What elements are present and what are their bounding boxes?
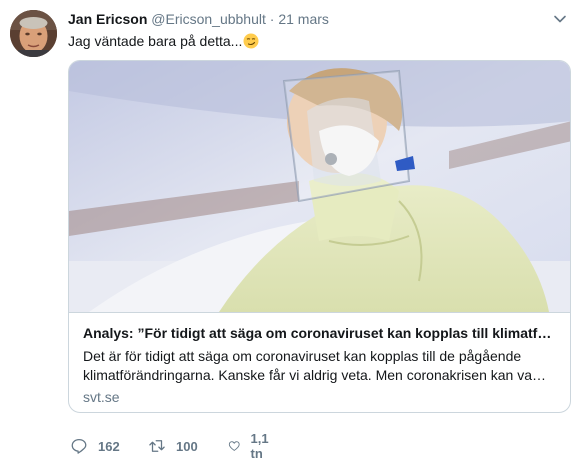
reply-count: 162 bbox=[98, 438, 120, 454]
tweet-header: Jan Ericson @Ericson_ubbhult · 21 mars bbox=[68, 11, 329, 27]
avatar-image bbox=[10, 10, 57, 57]
author-handle[interactable]: @Ericson_ubbhult bbox=[151, 11, 266, 27]
card-domain: svt.se bbox=[83, 389, 120, 405]
reply-button[interactable]: 162 bbox=[70, 436, 120, 456]
card-image[interactable] bbox=[69, 61, 570, 312]
heart-icon bbox=[228, 441, 240, 451]
reply-icon bbox=[71, 438, 87, 454]
card-title[interactable]: Analys: ”För tidigt att säga om coronavi… bbox=[83, 325, 561, 341]
tweet-date[interactable]: 21 mars bbox=[278, 11, 329, 27]
smirking-face-icon bbox=[243, 33, 259, 49]
header-separator: · bbox=[269, 11, 275, 27]
tweet[interactable]: Jan Ericson @Ericson_ubbhult · 21 mars J… bbox=[0, 0, 579, 463]
retweet-button[interactable]: 100 bbox=[148, 436, 198, 456]
like-count: 1,1 tn bbox=[250, 431, 269, 461]
retweet-icon bbox=[149, 440, 165, 452]
card-domain-text: svt.se bbox=[83, 389, 120, 405]
retweet-count: 100 bbox=[176, 438, 198, 454]
avatar[interactable] bbox=[10, 10, 57, 57]
chevron-down-icon[interactable] bbox=[553, 12, 567, 26]
author-name[interactable]: Jan Ericson bbox=[68, 11, 147, 27]
card-description: Det är för tidigt att säga om coronaviru… bbox=[83, 348, 546, 383]
tweet-text: Jag väntade bara på detta... bbox=[68, 33, 259, 49]
link-card[interactable]: Analys: ”För tidigt att säga om coronavi… bbox=[68, 60, 571, 413]
card-body[interactable]: Analys: ”För tidigt att säga om coronavi… bbox=[69, 312, 570, 412]
tweet-text-content: Jag väntade bara på detta... bbox=[68, 33, 243, 49]
like-button[interactable]: 1,1 tn bbox=[228, 431, 274, 461]
